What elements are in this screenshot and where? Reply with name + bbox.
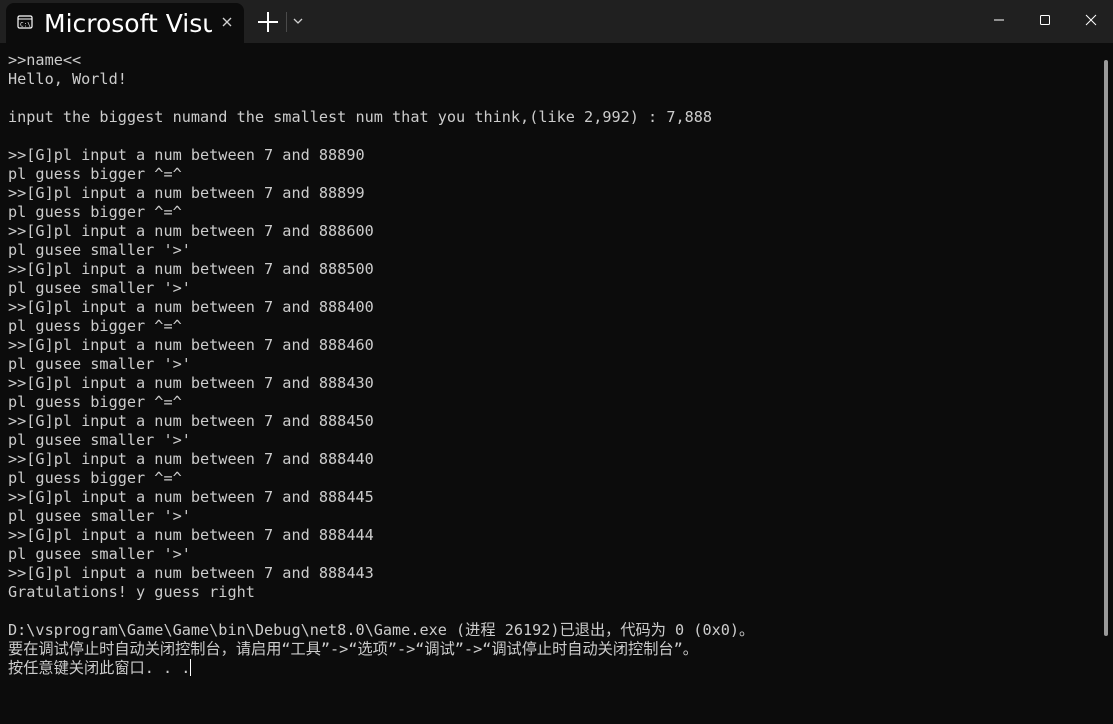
minimize-icon [994, 19, 1004, 21]
console-line: >>[G]pl input a num between 7 and 888444 [8, 526, 374, 544]
console-line: pl gusee smaller '>' [8, 545, 191, 563]
close-icon [1085, 14, 1097, 26]
console-line: pl guess bigger ^=^ [8, 469, 182, 487]
console-line: >>[G]pl input a num between 7 and 888443 [8, 564, 374, 582]
console-line: >>[G]pl input a num between 7 and 888500 [8, 260, 374, 278]
console-line: >>[G]pl input a num between 7 and 88890 [8, 146, 365, 164]
console-line: pl gusee smaller '>' [8, 279, 191, 297]
console-line: pl guess bigger ^=^ [8, 317, 182, 335]
tab-title: Microsoft Visual Studio Debug Console [44, 9, 212, 38]
console-line: pl gusee smaller '>' [8, 241, 191, 259]
vertical-scrollbar[interactable] [1104, 60, 1108, 636]
terminal-icon: C:\ [17, 15, 33, 29]
console-line: pl gusee smaller '>' [8, 355, 191, 373]
chevron-down-icon[interactable] [290, 13, 306, 29]
new-tab-plus-icon[interactable] [254, 8, 282, 36]
tab-separator [286, 12, 287, 32]
console-line: pl guess bigger ^=^ [8, 165, 182, 183]
svg-text:C:\: C:\ [20, 22, 31, 29]
console-line: pl guess bigger ^=^ [8, 203, 182, 221]
console-line: >>[G]pl input a num between 7 and 888450 [8, 412, 374, 430]
console-line: >>[G]pl input a num between 7 and 888430 [8, 374, 374, 392]
console-line: >>[G]pl input a num between 7 and 888440 [8, 450, 374, 468]
console-line: Gratulations! y guess right [8, 583, 255, 601]
maximize-icon [1040, 15, 1050, 25]
close-window-button[interactable] [1067, 0, 1113, 40]
console-line: >>[G]pl input a num between 7 and 888600 [8, 222, 374, 240]
console-line: D:\vsprogram\Game\Game\bin\Debug\net8.0\… [8, 621, 755, 639]
console-line: pl gusee smaller '>' [8, 507, 191, 525]
terminal-window: C:\ Microsoft Visual Studio Debug Consol… [0, 0, 1113, 724]
close-tab-icon[interactable] [218, 13, 236, 31]
console-line: pl guess bigger ^=^ [8, 393, 182, 411]
maximize-button[interactable] [1021, 0, 1067, 40]
title-bar: C:\ Microsoft Visual Studio Debug Consol… [0, 0, 1113, 43]
console-line: >>[G]pl input a num between 7 and 88899 [8, 184, 365, 202]
console-line: >>[G]pl input a num between 7 and 888460 [8, 336, 374, 354]
console-line: 按任意键关闭此窗口. . . [8, 659, 192, 677]
console-output[interactable]: >>name<< Hello, World! input the biggest n… [8, 51, 1098, 721]
console-line: >>[G]pl input a num between 7 and 888445 [8, 488, 374, 506]
console-line: pl gusee smaller '>' [8, 431, 191, 449]
minimize-button[interactable] [975, 0, 1021, 40]
console-line: Hello, World! [8, 70, 127, 88]
console-line: 要在调试停止时自动关闭控制台，请启用“工具”->“选项”->“调试”->“调试停… [8, 640, 698, 658]
console-line: input the biggest numand the smallest nu… [8, 108, 713, 126]
console-line: >>[G]pl input a num between 7 and 888400 [8, 298, 374, 316]
tab-debug-console[interactable]: C:\ Microsoft Visual Studio Debug Consol… [6, 3, 244, 43]
console-line: >>name<< [8, 51, 82, 69]
text-cursor [190, 659, 192, 676]
